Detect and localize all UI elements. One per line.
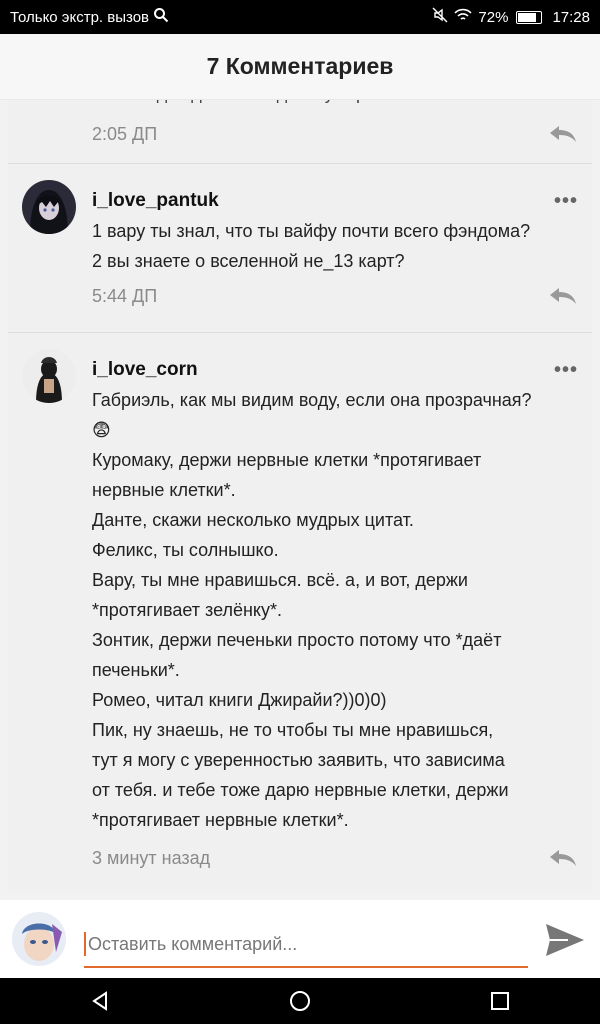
back-icon[interactable] (89, 990, 111, 1012)
system-nav-bar (0, 978, 600, 1024)
comment-time: 2:05 ДП (92, 123, 158, 144)
comment-username[interactable]: i_love_pantuk (92, 164, 578, 216)
comments-list[interactable]: Шоколада сделала вид что умирает 2:05 ДП… (8, 100, 592, 892)
home-icon[interactable] (288, 989, 312, 1013)
wifi-icon (454, 8, 473, 26)
user-avatar (12, 912, 66, 966)
reply-icon[interactable] (548, 123, 578, 145)
send-icon[interactable] (544, 920, 586, 960)
comment-time: 3 минут назад (92, 847, 211, 868)
comment-text: Шоколада сделала вид что умирает (92, 100, 578, 114)
more-options-icon[interactable]: ••• (554, 190, 578, 213)
comment-item: Шоколада сделала вид что умирает 2:05 ДП (8, 100, 592, 164)
text-caret (84, 932, 86, 956)
avatar[interactable] (22, 349, 76, 403)
battery-icon (516, 10, 543, 24)
search-icon (153, 7, 169, 27)
comment-text: Габриэль, как мы видим воду, если она пр… (92, 390, 532, 830)
reply-icon[interactable] (548, 285, 578, 307)
comment-input[interactable]: Оставить комментарий... (84, 922, 528, 968)
recents-icon[interactable] (489, 990, 511, 1012)
comment-input-bar: Оставить комментарий... (0, 900, 600, 978)
comment-meta: 2:05 ДП (92, 114, 578, 154)
comment-time: 5:44 ДП (92, 285, 158, 306)
page-title: 7 Комментариев (0, 34, 600, 100)
comment-item: i_love_pantuk ••• 1 вару ты знал, что ты… (8, 164, 592, 333)
avatar[interactable] (22, 180, 76, 234)
carrier-text: Только экстр. вызов (10, 8, 150, 26)
comment-text: 1 вару ты знал, что ты вайфу почти всего… (92, 221, 531, 271)
comment-username[interactable]: i_love_corn (92, 333, 578, 385)
clock: 17:28 (552, 8, 590, 26)
battery-percent: 72% (478, 8, 509, 26)
comment-meta: 5:44 ДП (92, 276, 578, 316)
comment-item: i_love_corn ••• Габриэль, как мы видим в… (8, 333, 592, 892)
comment-meta: 3 минут назад (92, 835, 578, 881)
mute-icon (432, 7, 448, 27)
reply-icon[interactable] (548, 847, 578, 869)
comment-input-placeholder: Оставить комментарий... (88, 933, 298, 954)
status-bar: Только экстр. вызов 72% 17:28 (0, 0, 600, 34)
more-options-icon[interactable]: ••• (554, 359, 578, 382)
